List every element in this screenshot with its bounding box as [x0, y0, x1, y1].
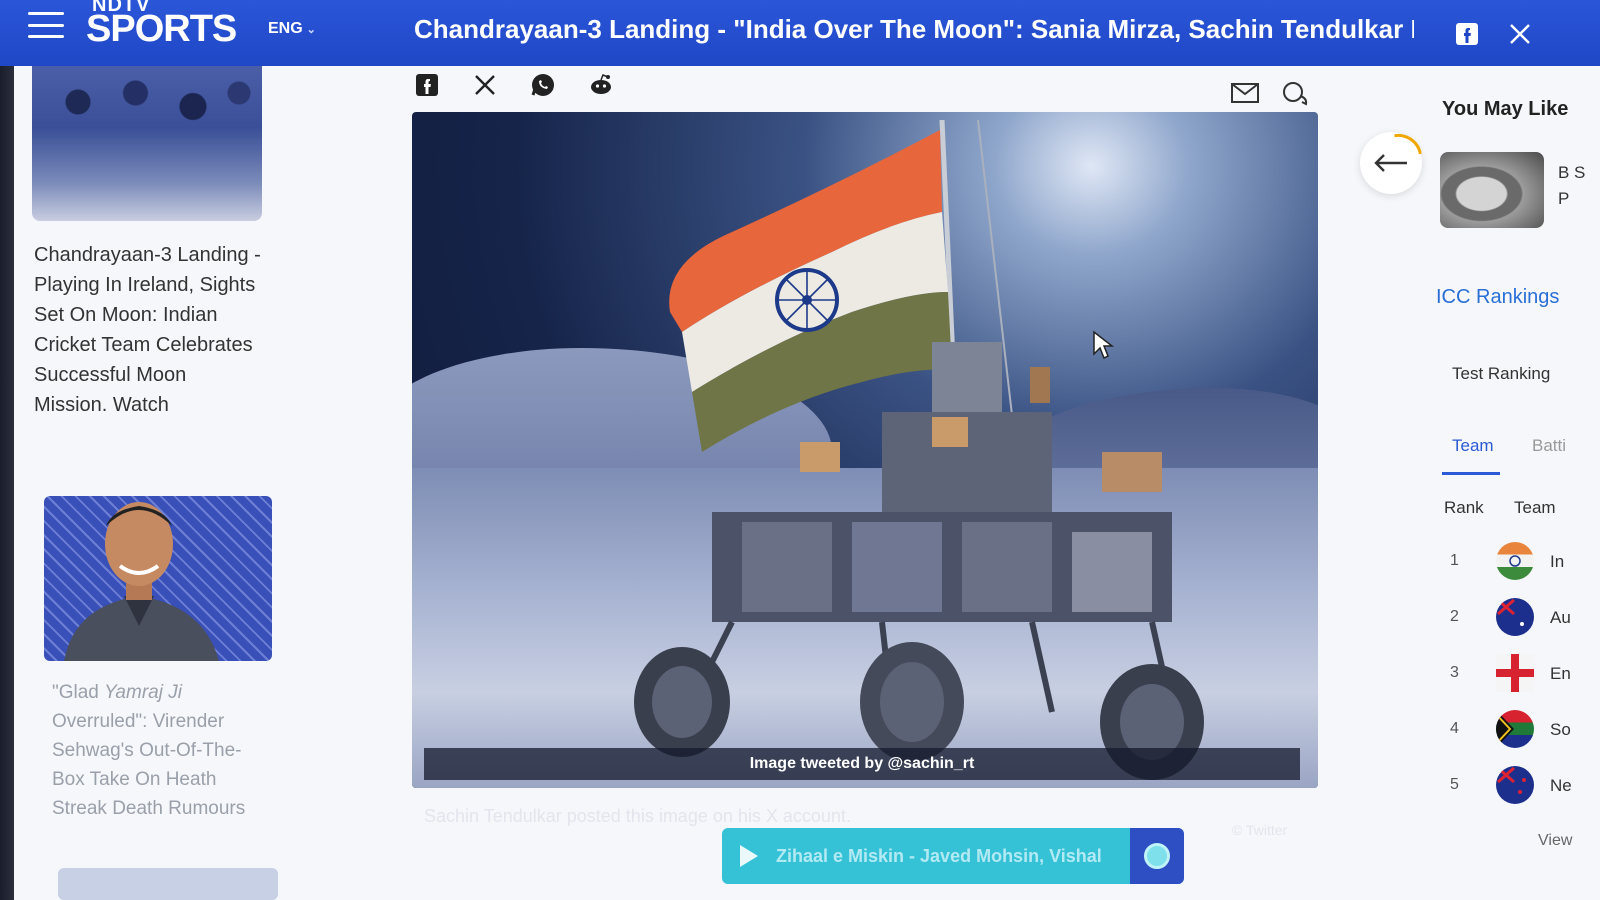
- tab-batting[interactable]: Batti: [1532, 436, 1566, 456]
- rank-number: 2: [1450, 608, 1459, 625]
- you-may-like-text[interactable]: B S P: [1558, 160, 1598, 212]
- menu-icon[interactable]: [28, 12, 64, 38]
- site-logo[interactable]: NDTV SPORTS: [86, 0, 266, 60]
- site-header: NDTV SPORTS ENG ⌄ Chandrayaan-3 Landing …: [0, 0, 1600, 66]
- song-title: Zihaal e Miskin - Javed Mohsin, Vishal: [776, 845, 1102, 866]
- new-zealand-flag-icon: [1496, 766, 1534, 804]
- story1-title[interactable]: Chandrayaan-3 Landing - Playing In Irela…: [34, 240, 264, 420]
- screen-edge: [0, 66, 14, 900]
- album-art: [1130, 828, 1184, 884]
- rank-number: 4: [1450, 720, 1459, 737]
- x-icon[interactable]: [472, 72, 498, 98]
- hero-image: Image tweeted by @sachin_rt: [412, 112, 1318, 788]
- ranking-type-selector[interactable]: Test Ranking: [1452, 364, 1550, 384]
- tab-team[interactable]: Team: [1452, 436, 1494, 456]
- team-name: Au: [1550, 608, 1571, 627]
- story2-title-italic: Yamraj Ji: [104, 682, 182, 703]
- south-africa-flag-icon: [1496, 710, 1534, 748]
- ranking-row[interactable]: 1 In: [1440, 540, 1600, 586]
- story2-title-suffix: Overruled": Virender Sehwag's Out-Of-The…: [52, 711, 246, 819]
- lander-flag-scene: [634, 119, 1204, 780]
- view-all-link[interactable]: View: [1538, 832, 1572, 850]
- ranking-row[interactable]: 2 Au: [1440, 596, 1600, 642]
- ranking-row[interactable]: 3 En: [1440, 652, 1600, 698]
- back-button[interactable]: [1360, 130, 1422, 194]
- comments-icon[interactable]: [1280, 80, 1310, 113]
- story2-title[interactable]: "Glad Yamraj Ji Overruled": Virender Seh…: [52, 678, 272, 823]
- icc-rankings-link[interactable]: ICC Rankings: [1436, 286, 1559, 309]
- x-icon[interactable]: [1508, 22, 1532, 51]
- rank-number: 1: [1450, 552, 1459, 569]
- rank-number: 3: [1450, 664, 1459, 681]
- you-may-like-heading: You May Like: [1442, 98, 1569, 120]
- facebook-icon[interactable]: [414, 72, 440, 98]
- ranking-row[interactable]: 4 So: [1440, 708, 1600, 754]
- mouse-cursor-icon: [1093, 330, 1114, 360]
- play-icon[interactable]: [740, 845, 758, 867]
- image-sub-caption: Sachin Tendulkar posted this image on hi…: [424, 806, 851, 826]
- team-name: In: [1550, 552, 1565, 571]
- article-headline: Chandrayaan-3 Landing - "India Over The …: [414, 14, 1414, 44]
- india-flag-icon: [1496, 542, 1534, 580]
- language-selector[interactable]: ENG ⌄: [268, 20, 316, 38]
- team-name: So: [1550, 720, 1571, 739]
- image-credit: © Twitter: [1232, 822, 1288, 838]
- ranking-row[interactable]: 5 Ne: [1440, 764, 1600, 810]
- audio-player[interactable]: Zihaal e Miskin - Javed Mohsin, Vishal: [722, 828, 1184, 884]
- story1-thumbnail[interactable]: [32, 66, 262, 221]
- person-image: [64, 502, 219, 661]
- chevron-down-icon: ⌄: [306, 23, 316, 36]
- story2-thumbnail[interactable]: [44, 496, 272, 661]
- column-header-team: Team: [1514, 498, 1556, 517]
- image-caption: Image tweeted by @sachin_rt: [424, 748, 1300, 780]
- rank-number: 5: [1450, 776, 1459, 793]
- facebook-icon[interactable]: [1455, 22, 1479, 51]
- column-header-rank: Rank: [1444, 498, 1484, 517]
- reddit-icon[interactable]: [588, 72, 614, 98]
- story2-title-prefix: "Glad: [52, 682, 105, 703]
- active-tab-indicator: [1442, 472, 1500, 475]
- england-flag-icon: [1496, 654, 1534, 692]
- mail-icon[interactable]: [1230, 80, 1260, 109]
- team-name: Ne: [1550, 776, 1572, 795]
- logo-sports: SPORTS: [86, 8, 237, 50]
- team-name: En: [1550, 664, 1571, 683]
- australia-flag-icon: [1496, 598, 1534, 636]
- whatsapp-icon[interactable]: [530, 72, 556, 98]
- story3-thumbnail[interactable]: [58, 868, 278, 900]
- language-label: ENG: [268, 20, 303, 37]
- you-may-like-thumbnail[interactable]: [1440, 152, 1544, 228]
